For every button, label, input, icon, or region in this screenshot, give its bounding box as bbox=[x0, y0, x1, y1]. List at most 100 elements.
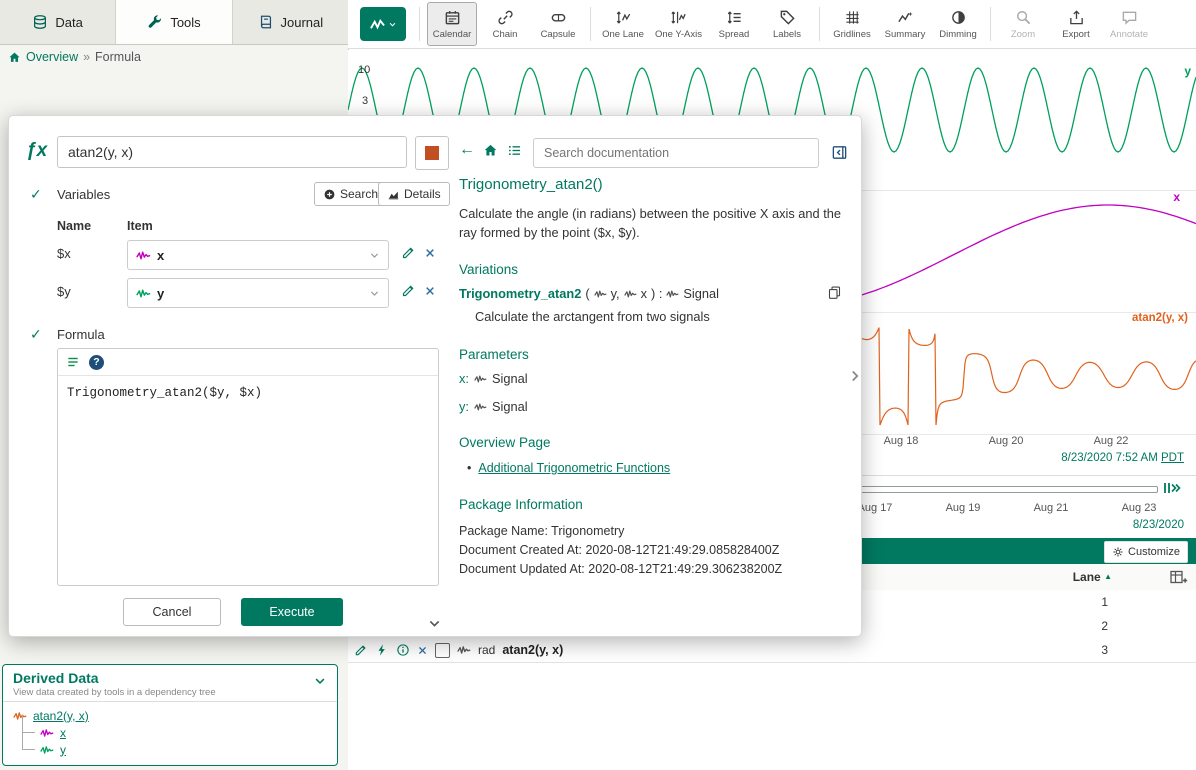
collapse-pane-icon[interactable] bbox=[831, 144, 848, 161]
series-x-label[interactable]: x bbox=[1173, 190, 1180, 204]
tab-data[interactable]: Data bbox=[0, 0, 116, 44]
toolbar-annotate[interactable]: Annotate bbox=[1104, 2, 1154, 46]
signal-icon bbox=[40, 728, 54, 738]
variable-item-select-y[interactable]: y bbox=[127, 278, 389, 308]
trend-view-dropdown[interactable] bbox=[360, 7, 406, 41]
tab-data-label: Data bbox=[55, 15, 82, 30]
collapse-chevron-icon[interactable] bbox=[427, 616, 442, 631]
overview-link-row: • Additional Trigonometric Functions bbox=[467, 461, 670, 475]
edit-variable-icon[interactable] bbox=[401, 283, 416, 298]
caret-down-icon bbox=[388, 20, 397, 29]
home-icon[interactable] bbox=[8, 51, 21, 64]
tab-tools[interactable]: Tools bbox=[116, 0, 232, 44]
x-axis-label: Aug 18 bbox=[871, 435, 931, 447]
y-axis-tick: 3 bbox=[362, 95, 368, 107]
toolbar-gridlines[interactable]: Gridlines bbox=[827, 2, 877, 46]
x-axis-label: Aug 20 bbox=[976, 435, 1036, 447]
signal-icon bbox=[136, 250, 151, 261]
sort-asc-icon: ▲ bbox=[1104, 572, 1112, 581]
parameter-type: Signal bbox=[492, 399, 528, 414]
copy-icon[interactable] bbox=[827, 285, 842, 300]
journal-icon bbox=[258, 14, 274, 30]
chevron-down-icon[interactable] bbox=[313, 674, 327, 688]
toolbar-calendar[interactable]: Calendar bbox=[427, 2, 477, 46]
toolbar-one-lane-label: One Lane bbox=[602, 29, 644, 40]
range-end-date[interactable]: 8/23/2020 bbox=[1133, 519, 1184, 531]
signal-icon bbox=[136, 288, 151, 299]
parameter-name: x: bbox=[459, 371, 469, 386]
range-label: Aug 21 bbox=[1023, 502, 1079, 514]
remove-variable-icon[interactable] bbox=[424, 247, 436, 259]
lane-column-header[interactable]: Lane ▲ bbox=[1073, 570, 1112, 584]
doc-home-icon[interactable] bbox=[483, 143, 498, 158]
variables-details-button[interactable]: Details bbox=[378, 182, 450, 206]
doc-back-icon[interactable]: ← bbox=[459, 141, 475, 159]
signal-icon bbox=[594, 289, 607, 299]
toolbar-zoom[interactable]: Zoom bbox=[998, 2, 1048, 46]
toolbar-summary[interactable]: Summary bbox=[880, 2, 930, 46]
variable-item-select-x[interactable]: x bbox=[127, 240, 389, 270]
add-column-icon[interactable] bbox=[1169, 568, 1188, 586]
signal-name[interactable]: atan2(y, x) bbox=[502, 643, 563, 657]
tree-child-x-link[interactable]: x bbox=[60, 726, 66, 740]
variation-function-name[interactable]: Trigonometry_atan2 bbox=[459, 286, 581, 301]
timezone-link[interactable]: PDT bbox=[1161, 452, 1184, 464]
cancel-button[interactable]: Cancel bbox=[123, 598, 221, 626]
chevron-right-icon[interactable] bbox=[847, 368, 863, 384]
execute-button[interactable]: Execute bbox=[241, 598, 343, 626]
bolt-icon[interactable] bbox=[375, 643, 389, 657]
toolbar-annotate-label: Annotate bbox=[1110, 29, 1148, 40]
toolbar-dimming[interactable]: Dimming bbox=[933, 2, 983, 46]
doc-index-icon[interactable] bbox=[507, 143, 522, 158]
derived-data-panel: Derived Data View data created by tools … bbox=[2, 664, 338, 766]
chart-timestamp: 8/23/2020 7:52 AM PDT bbox=[1061, 452, 1184, 464]
formula-editor-toolbar: ? bbox=[58, 349, 438, 376]
info-icon[interactable] bbox=[396, 643, 410, 657]
package-name-line: Package Name: Trigonometry bbox=[459, 524, 624, 538]
variables-search-button[interactable]: Search bbox=[314, 182, 387, 206]
toolbar-export[interactable]: Export bbox=[1051, 2, 1101, 46]
customize-button[interactable]: Customize bbox=[1104, 541, 1188, 563]
toolbar-spread-label: Spread bbox=[719, 29, 750, 40]
tree-item-x[interactable]: x bbox=[22, 724, 327, 741]
range-grip-icon[interactable] bbox=[1162, 481, 1182, 495]
help-icon[interactable]: ? bbox=[89, 355, 104, 370]
formula-code[interactable]: Trigonometry_atan2($y, $x) bbox=[58, 376, 438, 410]
row-checkbox[interactable] bbox=[435, 643, 450, 658]
remove-icon[interactable] bbox=[417, 645, 428, 656]
timestamp-text: 8/23/2020 7:52 AM bbox=[1061, 452, 1158, 464]
breadcrumb-overview[interactable]: Overview bbox=[26, 50, 78, 64]
tab-journal[interactable]: Journal bbox=[233, 0, 348, 44]
table-row[interactable]: rad atan2(y, x) 3 bbox=[348, 638, 1196, 663]
toolbar-capsule[interactable]: Capsule bbox=[533, 2, 583, 46]
edit-icon[interactable] bbox=[354, 643, 368, 657]
chain-icon bbox=[497, 9, 514, 26]
tree-item-root[interactable]: atan2(y, x) bbox=[13, 707, 327, 724]
toolbar-one-y-axis[interactable]: One Y-Axis bbox=[651, 2, 706, 46]
package-info-heading: Package Information bbox=[459, 497, 583, 512]
toolbar-labels[interactable]: Labels bbox=[762, 2, 812, 46]
series-y-label[interactable]: y bbox=[1184, 64, 1191, 78]
bullet: • bbox=[467, 461, 471, 475]
edit-variable-icon[interactable] bbox=[401, 245, 416, 260]
series-atan2-label[interactable]: atan2(y, x) bbox=[1132, 312, 1188, 324]
color-picker-button[interactable] bbox=[415, 136, 449, 170]
parameter-y: y: Signal bbox=[459, 399, 528, 414]
toolbar-chain[interactable]: Chain bbox=[480, 2, 530, 46]
tree-root-link[interactable]: atan2(y, x) bbox=[33, 709, 89, 723]
tree-child-y-link[interactable]: y bbox=[60, 743, 66, 757]
document-lines-icon[interactable] bbox=[66, 355, 80, 369]
doc-search-input[interactable] bbox=[533, 138, 819, 168]
tree-item-y[interactable]: y bbox=[22, 741, 327, 758]
paren: ( bbox=[585, 286, 589, 301]
trig-functions-link[interactable]: Additional Trigonometric Functions bbox=[478, 461, 670, 475]
formula-name-input[interactable] bbox=[57, 136, 407, 168]
remove-variable-icon[interactable] bbox=[424, 285, 436, 297]
database-icon bbox=[32, 14, 48, 30]
formula-editor[interactable]: ? Trigonometry_atan2($y, $x) bbox=[57, 348, 439, 586]
toolbar-spread[interactable]: Spread bbox=[709, 2, 759, 46]
chevron-down-icon bbox=[369, 250, 380, 261]
zoom-icon bbox=[1015, 9, 1032, 26]
toolbar-one-lane[interactable]: One Lane bbox=[598, 2, 648, 46]
doc-description: Calculate the angle (in radians) between… bbox=[459, 204, 857, 242]
